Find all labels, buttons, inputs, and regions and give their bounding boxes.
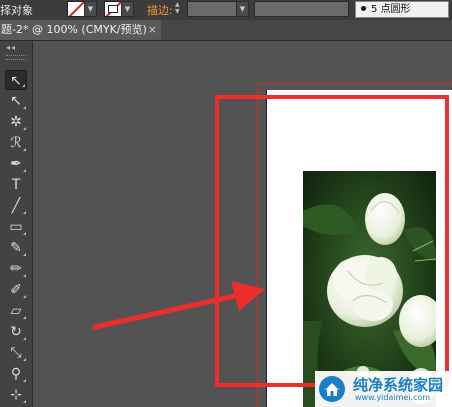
fill-dropdown-icon[interactable]: ▼	[84, 1, 97, 17]
canvas-area[interactable]	[33, 41, 452, 407]
selection-label: 择对象	[0, 4, 33, 17]
stroke-weight-field[interactable]	[187, 1, 237, 17]
collapse-panel-icon[interactable]: ◂◂	[6, 43, 26, 52]
stroke-stepper-icon[interactable]: ▲ ▼	[175, 1, 183, 15]
red-arrow-icon	[92, 281, 265, 330]
tools-panel: ◂◂ ↖ ↖ ✲ ℛ ✒ T ╱ ▭ ✎ ✏ ✐ ▱ ↻ ⤡ ⚲ ⊹	[0, 41, 33, 407]
puppet-warp-tool-icon[interactable]: ⚲	[5, 364, 27, 384]
rotate-tool-icon[interactable]: ↻	[5, 322, 27, 342]
direct-selection-tool-icon[interactable]: ↖	[5, 91, 27, 111]
blob-brush-tool-icon[interactable]: ✐	[5, 280, 27, 300]
free-transform-tool-icon[interactable]: ⊹	[5, 385, 27, 405]
brush-definition-field[interactable]: 5 点圆形	[355, 1, 449, 18]
pencil-tool-icon[interactable]: ✏	[5, 259, 27, 279]
eraser-tool-icon[interactable]: ▱	[5, 301, 27, 321]
selection-tool-icon[interactable]: ↖	[5, 70, 27, 90]
stroke-weight-dropdown-icon[interactable]: ▼	[236, 1, 249, 17]
stroke-swatch[interactable]	[104, 1, 122, 17]
line-tool-icon[interactable]: ╱	[5, 196, 27, 216]
brush-size: 5	[371, 4, 378, 15]
scale-tool-icon[interactable]: ⤡	[5, 343, 27, 363]
variable-width-field[interactable]	[254, 1, 349, 17]
no-color-slash-icon	[68, 2, 84, 16]
watermark-url: www.yidaimei.com	[355, 393, 431, 402]
paintbrush-tool-icon[interactable]: ✎	[5, 238, 27, 258]
site-logo-icon	[319, 376, 345, 402]
magic-wand-tool-icon[interactable]: ✲	[5, 112, 27, 132]
stroke-weight-label: 描边:	[147, 4, 173, 17]
document-tab-bar: 题-2* @ 100% (CMYK/预览) ×	[0, 20, 452, 41]
panel-grip[interactable]	[6, 55, 26, 60]
fill-swatch[interactable]	[67, 1, 85, 17]
watermark-title: 纯净系统家园	[353, 376, 444, 394]
no-color-slash-icon	[105, 2, 121, 16]
stroke-dropdown-icon[interactable]: ▼	[121, 1, 134, 17]
rectangle-tool-icon[interactable]: ▭	[5, 217, 27, 237]
highlight-frame	[215, 95, 449, 387]
close-tab-icon[interactable]: ×	[148, 20, 157, 40]
type-tool-icon[interactable]: T	[5, 175, 27, 195]
lasso-tool-icon[interactable]: ℛ	[5, 133, 27, 153]
brush-shape: 点圆形	[380, 4, 411, 15]
brush-dot-icon	[361, 6, 366, 11]
watermark: 纯净系统家园 www.yidaimei.com	[315, 371, 452, 407]
document-tab-title: 题-2* @ 100% (CMYK/预览)	[1, 23, 147, 36]
document-tab[interactable]: 题-2* @ 100% (CMYK/预览) ×	[0, 20, 161, 40]
control-bar: 择对象 ▼ ▼ 描边: ▲ ▼ ▼ 5 点圆形	[0, 0, 452, 21]
pen-tool-icon[interactable]: ✒	[5, 154, 27, 174]
